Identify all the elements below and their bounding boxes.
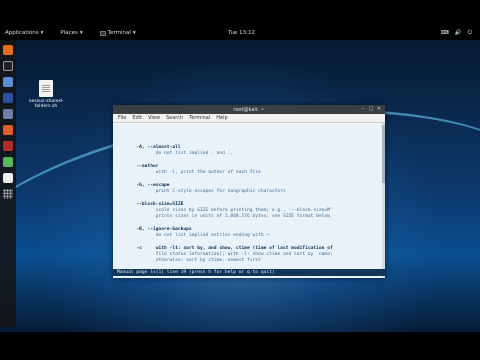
terminal-titlebar[interactable]: root@kali: ~ – □ ×	[113, 105, 385, 114]
desktop: Applications ▾ Places ▾ Terminal ▾ Tue 13:1…	[0, 26, 480, 332]
menu-search[interactable]: Search	[166, 115, 183, 121]
menu-view[interactable]: View	[148, 115, 160, 121]
maximize-icon[interactable]: □	[368, 106, 374, 112]
desktop-file[interactable]: nessus-shared-folders.sh	[26, 80, 66, 109]
files-icon[interactable]	[3, 77, 13, 87]
burp-icon[interactable]	[3, 125, 13, 135]
window-controls: – □ ×	[360, 106, 382, 112]
show-apps-icon[interactable]	[3, 189, 13, 199]
keyboard-icon[interactable]: ⌨	[441, 30, 449, 37]
desktop-file-label: nessus-shared-folders.sh	[28, 99, 64, 109]
close-icon[interactable]: ×	[376, 106, 382, 112]
metasploit-icon[interactable]	[3, 93, 13, 103]
terminal-title: root@kali: ~	[233, 106, 265, 113]
script-file-icon	[39, 80, 53, 97]
scrollbar-thumb[interactable]	[382, 125, 385, 183]
terminal-icon[interactable]	[3, 61, 13, 71]
chevron-down-icon: ▾	[40, 30, 44, 36]
man-status-line: Manual page ls(1) line 19 (press h for h…	[113, 269, 385, 276]
dock	[0, 40, 16, 327]
minimize-icon[interactable]: –	[360, 106, 366, 112]
menu-file[interactable]: File	[118, 115, 126, 121]
scrollbar[interactable]	[382, 123, 385, 278]
tool-icon[interactable]	[3, 141, 13, 151]
applications-menu[interactable]: Applications ▾	[5, 30, 43, 36]
menu-help[interactable]: Help	[216, 115, 227, 121]
menu-terminal[interactable]: Terminal	[189, 115, 210, 121]
volume-icon[interactable]: 🔊	[455, 30, 462, 37]
leafpad-icon[interactable]	[3, 157, 13, 167]
menu-edit[interactable]: Edit	[132, 115, 142, 121]
armitage-icon[interactable]	[3, 109, 13, 119]
system-tray[interactable]: ⌨ 🔊 ⏻	[441, 30, 472, 37]
terminal-menubar: File Edit View Search Terminal Help	[113, 114, 385, 123]
camera-icon[interactable]	[3, 173, 13, 183]
places-label: Places	[60, 30, 78, 36]
clock[interactable]: Tue 13:12	[228, 30, 255, 36]
terminal-window[interactable]: root@kali: ~ – □ × File Edit View Search…	[113, 105, 385, 278]
terminal-app-label: Terminal	[107, 30, 131, 36]
terminal-icon	[99, 30, 106, 36]
power-icon[interactable]: ⏻	[468, 30, 472, 37]
applications-label: Applications	[5, 30, 39, 36]
top-bar: Applications ▾ Places ▾ Terminal ▾ Tue 13:1…	[0, 26, 480, 40]
terminal-output[interactable]: -A, --almost-all do not list implied . a…	[113, 123, 385, 278]
places-menu[interactable]: Places ▾	[60, 30, 82, 36]
chevron-down-icon: ▾	[132, 30, 136, 36]
terminal-app-menu[interactable]: Terminal ▾	[99, 30, 136, 36]
video-frame: Applications ▾ Places ▾ Terminal ▾ Tue 13:1…	[0, 0, 480, 360]
browser-icon[interactable]	[3, 45, 13, 55]
chevron-down-icon: ▾	[79, 30, 83, 36]
